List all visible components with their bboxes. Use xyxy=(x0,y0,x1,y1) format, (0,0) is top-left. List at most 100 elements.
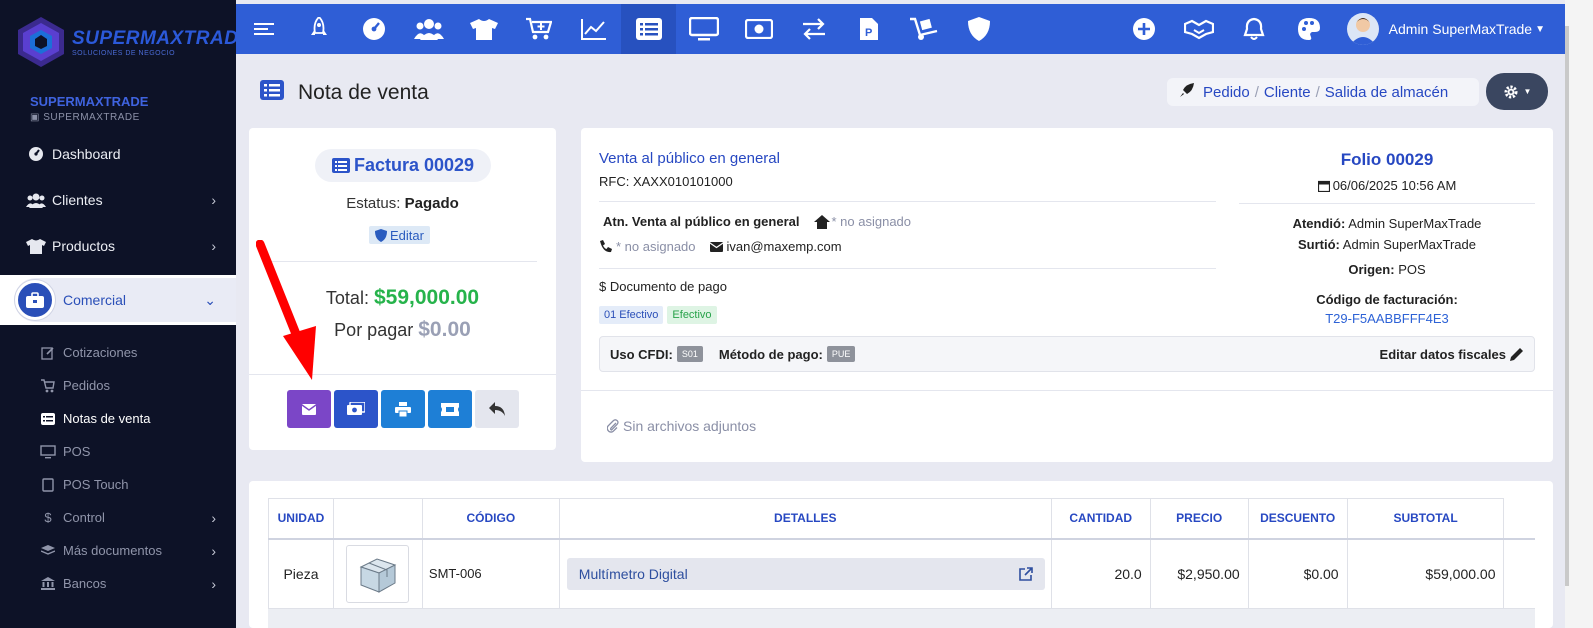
sidebar-subitem-pos-touch[interactable]: POS Touch xyxy=(0,468,236,501)
shirt-icon xyxy=(469,19,498,40)
sidebar-item-comercial[interactable]: Comercial ⌄ xyxy=(14,278,236,322)
col-codigo[interactable]: CÓDIGO xyxy=(421,498,560,540)
list-icon xyxy=(260,80,284,106)
shield-icon xyxy=(967,17,990,41)
col-detalles[interactable]: DETALLES xyxy=(558,498,1052,540)
sales-notes-button[interactable] xyxy=(621,4,676,54)
list-icon xyxy=(40,412,56,425)
billing-code-link[interactable]: T29-F5AABBFFF4E3 xyxy=(1239,311,1535,326)
crumb-salida-almacen[interactable]: Salida de almacén xyxy=(1325,84,1448,101)
crumb-pedido[interactable]: Pedido xyxy=(1203,84,1250,101)
col-unidad[interactable]: UNIDAD xyxy=(268,498,334,540)
product-image-icon[interactable] xyxy=(346,544,410,603)
transfer-button[interactable] xyxy=(786,4,841,54)
sidebar-item-comercial-wrap: Comercial ⌄ xyxy=(0,275,236,325)
bell-icon xyxy=(1243,17,1265,40)
ticket-icon xyxy=(441,402,459,416)
rocket-button[interactable] xyxy=(291,4,346,54)
sidebar-subitem-cotizaciones[interactable]: Cotizaciones xyxy=(0,336,236,369)
sidebar-item-dashboard[interactable]: Dashboard xyxy=(0,131,236,177)
sidebar-subitem-control[interactable]: $ Control › xyxy=(0,501,236,534)
table-header-row: UNIDAD CÓDIGO DETALLES CANTIDAD PRECIO D… xyxy=(268,498,1535,540)
attachments-info: Sin archivos adjuntos xyxy=(607,418,756,434)
money-bill-icon xyxy=(744,19,773,39)
brand-name: SUPERMAXTRADE xyxy=(30,94,149,109)
add-button[interactable] xyxy=(1117,4,1172,54)
sidebar-subitem-notas-de-venta[interactable]: Notas de venta xyxy=(0,402,236,435)
customer-name-link[interactable]: Venta al público en general xyxy=(599,150,780,167)
sidebar-item-clientes[interactable]: Clientes › xyxy=(0,177,236,223)
cell-descuento: $0.00 xyxy=(1247,538,1348,609)
col-descuento[interactable]: DESCUENTO xyxy=(1247,498,1348,540)
customers-button[interactable] xyxy=(401,4,456,54)
handshake-button[interactable] xyxy=(1172,4,1227,54)
top-navbar: P Admin SuperMaxTrade ▼ xyxy=(236,4,1565,54)
sidebar-item-productos[interactable]: Productos › xyxy=(0,223,236,269)
reports-button[interactable] xyxy=(566,4,621,54)
red-arrow-annotation xyxy=(256,240,316,380)
envelope-icon xyxy=(709,241,723,252)
items-table: UNIDAD CÓDIGO DETALLES CANTIDAD PRECIO D… xyxy=(268,498,1535,609)
cart-icon xyxy=(40,378,56,393)
col-subtotal[interactable]: SUBTOTAL xyxy=(1346,498,1505,540)
payment-badges: 01 Efectivo Efectivo xyxy=(599,306,717,324)
notifications-button[interactable] xyxy=(1227,4,1282,54)
payment-button[interactable] xyxy=(334,390,378,428)
add-to-cart-button[interactable] xyxy=(511,4,566,54)
ticket-button[interactable] xyxy=(428,390,472,428)
cash-button[interactable] xyxy=(731,4,786,54)
col-cantidad[interactable]: CANTIDAD xyxy=(1050,498,1151,540)
print-button[interactable] xyxy=(381,390,425,428)
sidebar-subitem-bancos[interactable]: Bancos › xyxy=(0,567,236,600)
edit-status-button[interactable]: Editar xyxy=(369,226,430,244)
pos-button[interactable] xyxy=(676,4,731,54)
back-button[interactable] xyxy=(475,390,519,428)
money-bill-icon xyxy=(347,402,365,415)
sidebar-item-label: Clientes xyxy=(52,192,103,208)
user-menu[interactable]: Admin SuperMaxTrade ▼ xyxy=(1337,13,1565,45)
customer-rfc: RFC: XAXX010101000 xyxy=(599,174,733,189)
monitor-icon xyxy=(688,17,719,41)
email-value: ivan@maxemp.com xyxy=(726,239,842,254)
folio-number: Folio 00029 xyxy=(1340,150,1434,169)
page-scrollbar[interactable] xyxy=(1565,0,1593,628)
envelope-icon xyxy=(302,403,316,415)
bank-icon xyxy=(40,577,56,590)
sidebar-subitem-pos[interactable]: POS xyxy=(0,435,236,468)
theme-button[interactable] xyxy=(1282,4,1337,54)
avatar xyxy=(1346,13,1379,45)
crumb-cliente[interactable]: Cliente xyxy=(1264,84,1311,101)
logo[interactable]: SUPERMAXTRADE SOLUCIONES DE NEGOCIO xyxy=(0,0,251,84)
col-precio[interactable]: PRECIO xyxy=(1149,498,1249,540)
security-button[interactable] xyxy=(951,4,1006,54)
menu-toggle-button[interactable] xyxy=(236,4,291,54)
list-icon xyxy=(331,158,350,173)
product-detail-link[interactable]: Multímetro Digital xyxy=(566,557,1045,590)
dashboard-button[interactable] xyxy=(346,4,401,54)
logo-name: SUPERMAXTRADE xyxy=(72,27,252,49)
tablet-icon xyxy=(40,477,56,492)
edit-fiscal-data-button[interactable]: Editar datos fiscales xyxy=(1380,347,1524,362)
invoice-number-badge: Factura 00029 xyxy=(315,149,491,182)
paypal-button[interactable]: P xyxy=(841,4,896,54)
sidebar-subitem-mas-documentos[interactable]: Más documentos › xyxy=(0,534,236,567)
cell-cantidad: 20.0 xyxy=(1050,538,1151,609)
dolly-button[interactable] xyxy=(896,4,951,54)
sidebar-item-label: Dashboard xyxy=(52,146,121,162)
table-row: Pieza SMT-006 Multímetro Digital 20.0 $2… xyxy=(268,538,1535,609)
page-scrollbar-thumb[interactable] xyxy=(1565,26,1569,586)
send-email-button[interactable] xyxy=(287,390,331,428)
sidebar-subitem-pedidos[interactable]: Pedidos xyxy=(0,369,236,402)
reply-icon xyxy=(489,402,505,416)
origin: Origen: POS xyxy=(1348,262,1426,277)
products-button[interactable] xyxy=(456,4,511,54)
folio-date: 06/06/2025 10:56 AM xyxy=(1239,178,1535,193)
monitor-icon xyxy=(40,444,56,459)
dollar-icon: $ xyxy=(599,279,607,294)
status-badge: Pagado xyxy=(404,195,459,212)
sidebar: SUPERMAXTRADE SOLUCIONES DE NEGOCIO SUPE… xyxy=(0,0,251,628)
logo-sub: SOLUCIONES DE NEGOCIO xyxy=(72,49,176,57)
settings-dropdown-button[interactable]: ▼ xyxy=(1486,73,1548,110)
chevron-right-icon: › xyxy=(211,542,216,559)
exchange-icon xyxy=(802,18,825,40)
